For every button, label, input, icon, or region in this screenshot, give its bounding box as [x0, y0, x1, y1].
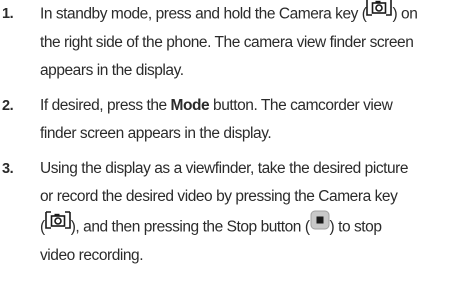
- step-3-text-b: ), and then pressing the Stop button (: [70, 218, 310, 236]
- step-2-line-1: If desired, press the Mode button. The c…: [40, 92, 472, 121]
- step-3-line-3: (), and then pressing the Stop button ()…: [40, 210, 472, 243]
- step-1: 1. In standby mode, press and hold the C…: [0, 0, 472, 86]
- stop-button-icon: [310, 210, 330, 241]
- step-1-text-a: In standby mode, press and hold the Came…: [40, 5, 367, 23]
- step-2-line-2: finder screen appears in the display.: [40, 125, 272, 143]
- step-1-line-3: appears in the display.: [40, 62, 184, 80]
- step-number: 2.: [2, 97, 14, 114]
- camera-key-icon: [366, 0, 393, 27]
- step-1-line-1: In standby mode, press and hold the Came…: [40, 0, 472, 29]
- step-3-line-2: or record the desired video by pressing …: [40, 188, 398, 206]
- step-3-text-c: ) to stop: [329, 218, 382, 236]
- mode-button-label: Mode: [170, 96, 210, 114]
- step-2-text-b: button. The camcorder view: [209, 96, 393, 114]
- step-2-text-a: If desired, press the: [40, 96, 171, 114]
- step-2: 2. If desired, press the Mode button. Th…: [0, 92, 472, 149]
- step-3: 3. Using the display as a viewfinder, ta…: [0, 155, 472, 271]
- step-number: 3.: [2, 160, 14, 177]
- step-1-line-2: the right side of the phone. The camera …: [40, 33, 414, 51]
- instruction-steps: 1. In standby mode, press and hold the C…: [0, 0, 472, 271]
- step-3-line-4: video recording.: [40, 247, 144, 265]
- camera-key-icon: [44, 211, 71, 240]
- step-1-text-b: ) on: [392, 5, 418, 23]
- step-3-line-1: Using the display as a viewfinder, take …: [40, 159, 409, 177]
- step-number: 1.: [2, 6, 14, 22]
